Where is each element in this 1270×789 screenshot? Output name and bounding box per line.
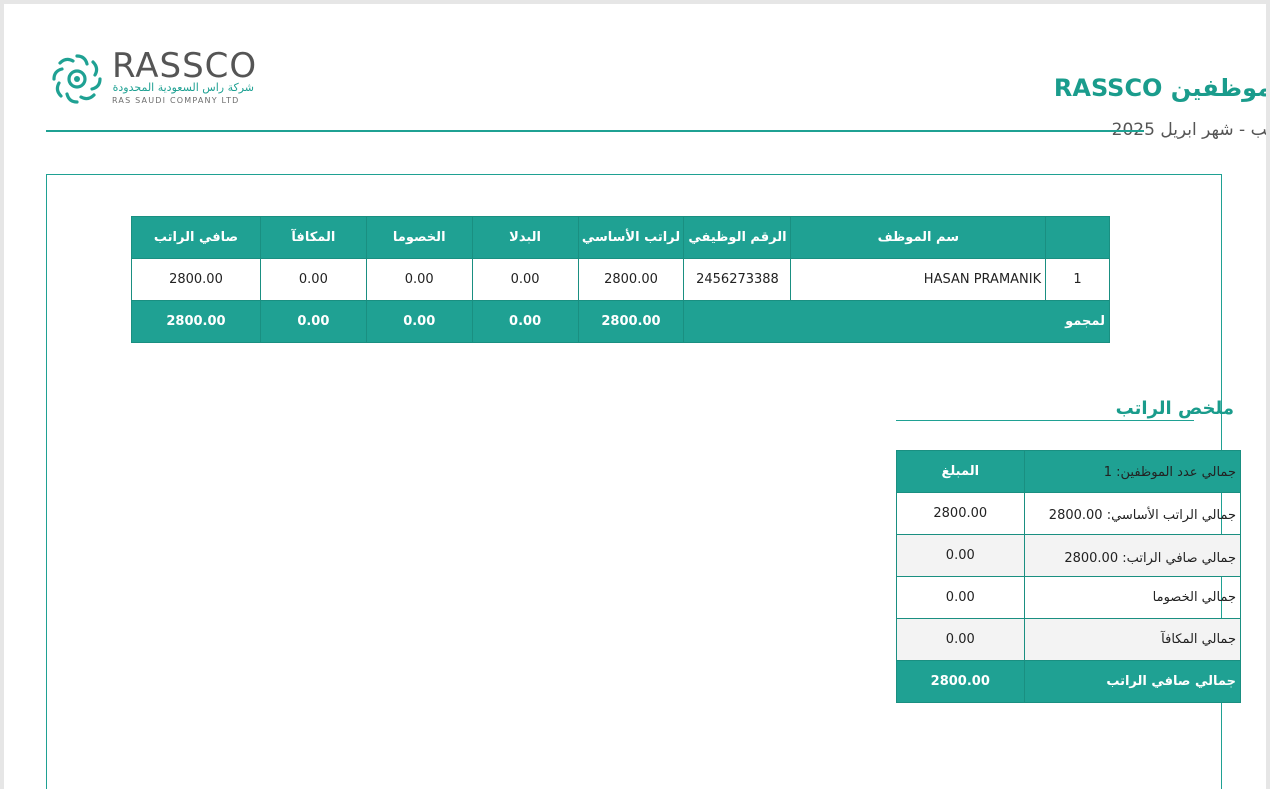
- row-index: 1: [1045, 258, 1110, 301]
- summary-row-label: جمالي المكافآ: [1023, 618, 1242, 661]
- deductions: 0.00: [365, 258, 473, 301]
- bonuses: 0.00: [259, 258, 367, 301]
- summary-row-amount: 0.00: [896, 618, 1025, 661]
- total-basic-salary-stat: جمالي الراتب الأساسي: 2800.00: [1048, 508, 1236, 523]
- logo-english-name: RAS SAUDI COMPANY LTD: [112, 96, 240, 105]
- employee-name: HASAN PRAMANIK: [790, 258, 1047, 301]
- summary-divider: [896, 420, 1194, 421]
- column-header: البدلا: [471, 216, 579, 259]
- employee-id: 2456273388: [683, 258, 792, 301]
- column-header: [1045, 216, 1110, 259]
- summary-grand-amount: 2800.00: [896, 660, 1025, 703]
- table-row: 1 HASAN PRAMANIK 2456273388 2800.00 0.00…: [131, 258, 1110, 301]
- total-bonuses: 0.00: [259, 300, 367, 343]
- summary-grand-label: جمالي صافي الراتب: [1023, 660, 1242, 703]
- header-divider: [46, 130, 1144, 132]
- logo-name: RASSCO: [112, 46, 258, 86]
- summary-row: جمالي المكافآ 0.00: [896, 618, 1242, 661]
- summary-grand-total-row: جمالي صافي الراتب 2800.00: [896, 660, 1242, 703]
- column-header: الخصوما: [365, 216, 473, 259]
- employees-table: سم الموظف الرقم الوظيفي لراتب الأساسي ال…: [131, 216, 1110, 343]
- summary-title: ملخص الراتب: [1115, 398, 1234, 419]
- allowances: 0.00: [471, 258, 579, 301]
- company-logo: RASSCO شركة راس السعودية المحدودة RAS SA…: [48, 46, 263, 110]
- total-employees-stat: جمالي عدد الموظفين: 1: [1103, 465, 1236, 480]
- column-header: الرقم الوظيفي: [683, 216, 792, 259]
- column-header: صافي الراتب: [131, 216, 261, 259]
- total-deductions: 0.00: [365, 300, 473, 343]
- total-allowances: 0.00: [471, 300, 579, 343]
- total-net-salary: 2800.00: [131, 300, 261, 343]
- total-label: لمجمو: [683, 300, 1110, 343]
- net-salary: 2800.00: [131, 258, 261, 301]
- column-header: المكافآ: [259, 216, 367, 259]
- summary-stats: جمالي عدد الموظفين: 1 جمالي الراتب الأسا…: [976, 462, 1236, 591]
- report-title: موظفين RASSCO: [1053, 74, 1266, 102]
- column-header: لراتب الأساسي: [577, 216, 685, 259]
- logo-arabic-name: شركة راس السعودية المحدودة: [112, 81, 254, 94]
- report-page: RASSCO شركة راس السعودية المحدودة RAS SA…: [4, 4, 1266, 789]
- basic-salary: 2800.00: [577, 258, 685, 301]
- table-header-row: سم الموظف الرقم الوظيفي لراتب الأساسي ال…: [131, 216, 1110, 259]
- total-basic-salary: 2800.00: [577, 300, 685, 343]
- table-total-row: لمجمو 2800.00 0.00 0.00 0.00 2800.00: [131, 300, 1110, 343]
- total-net-salary-stat: جمالي صافي الراتب: 2800.00: [1064, 551, 1236, 566]
- column-header: سم الموظف: [790, 216, 1047, 259]
- rassco-emblem-icon: [52, 54, 102, 104]
